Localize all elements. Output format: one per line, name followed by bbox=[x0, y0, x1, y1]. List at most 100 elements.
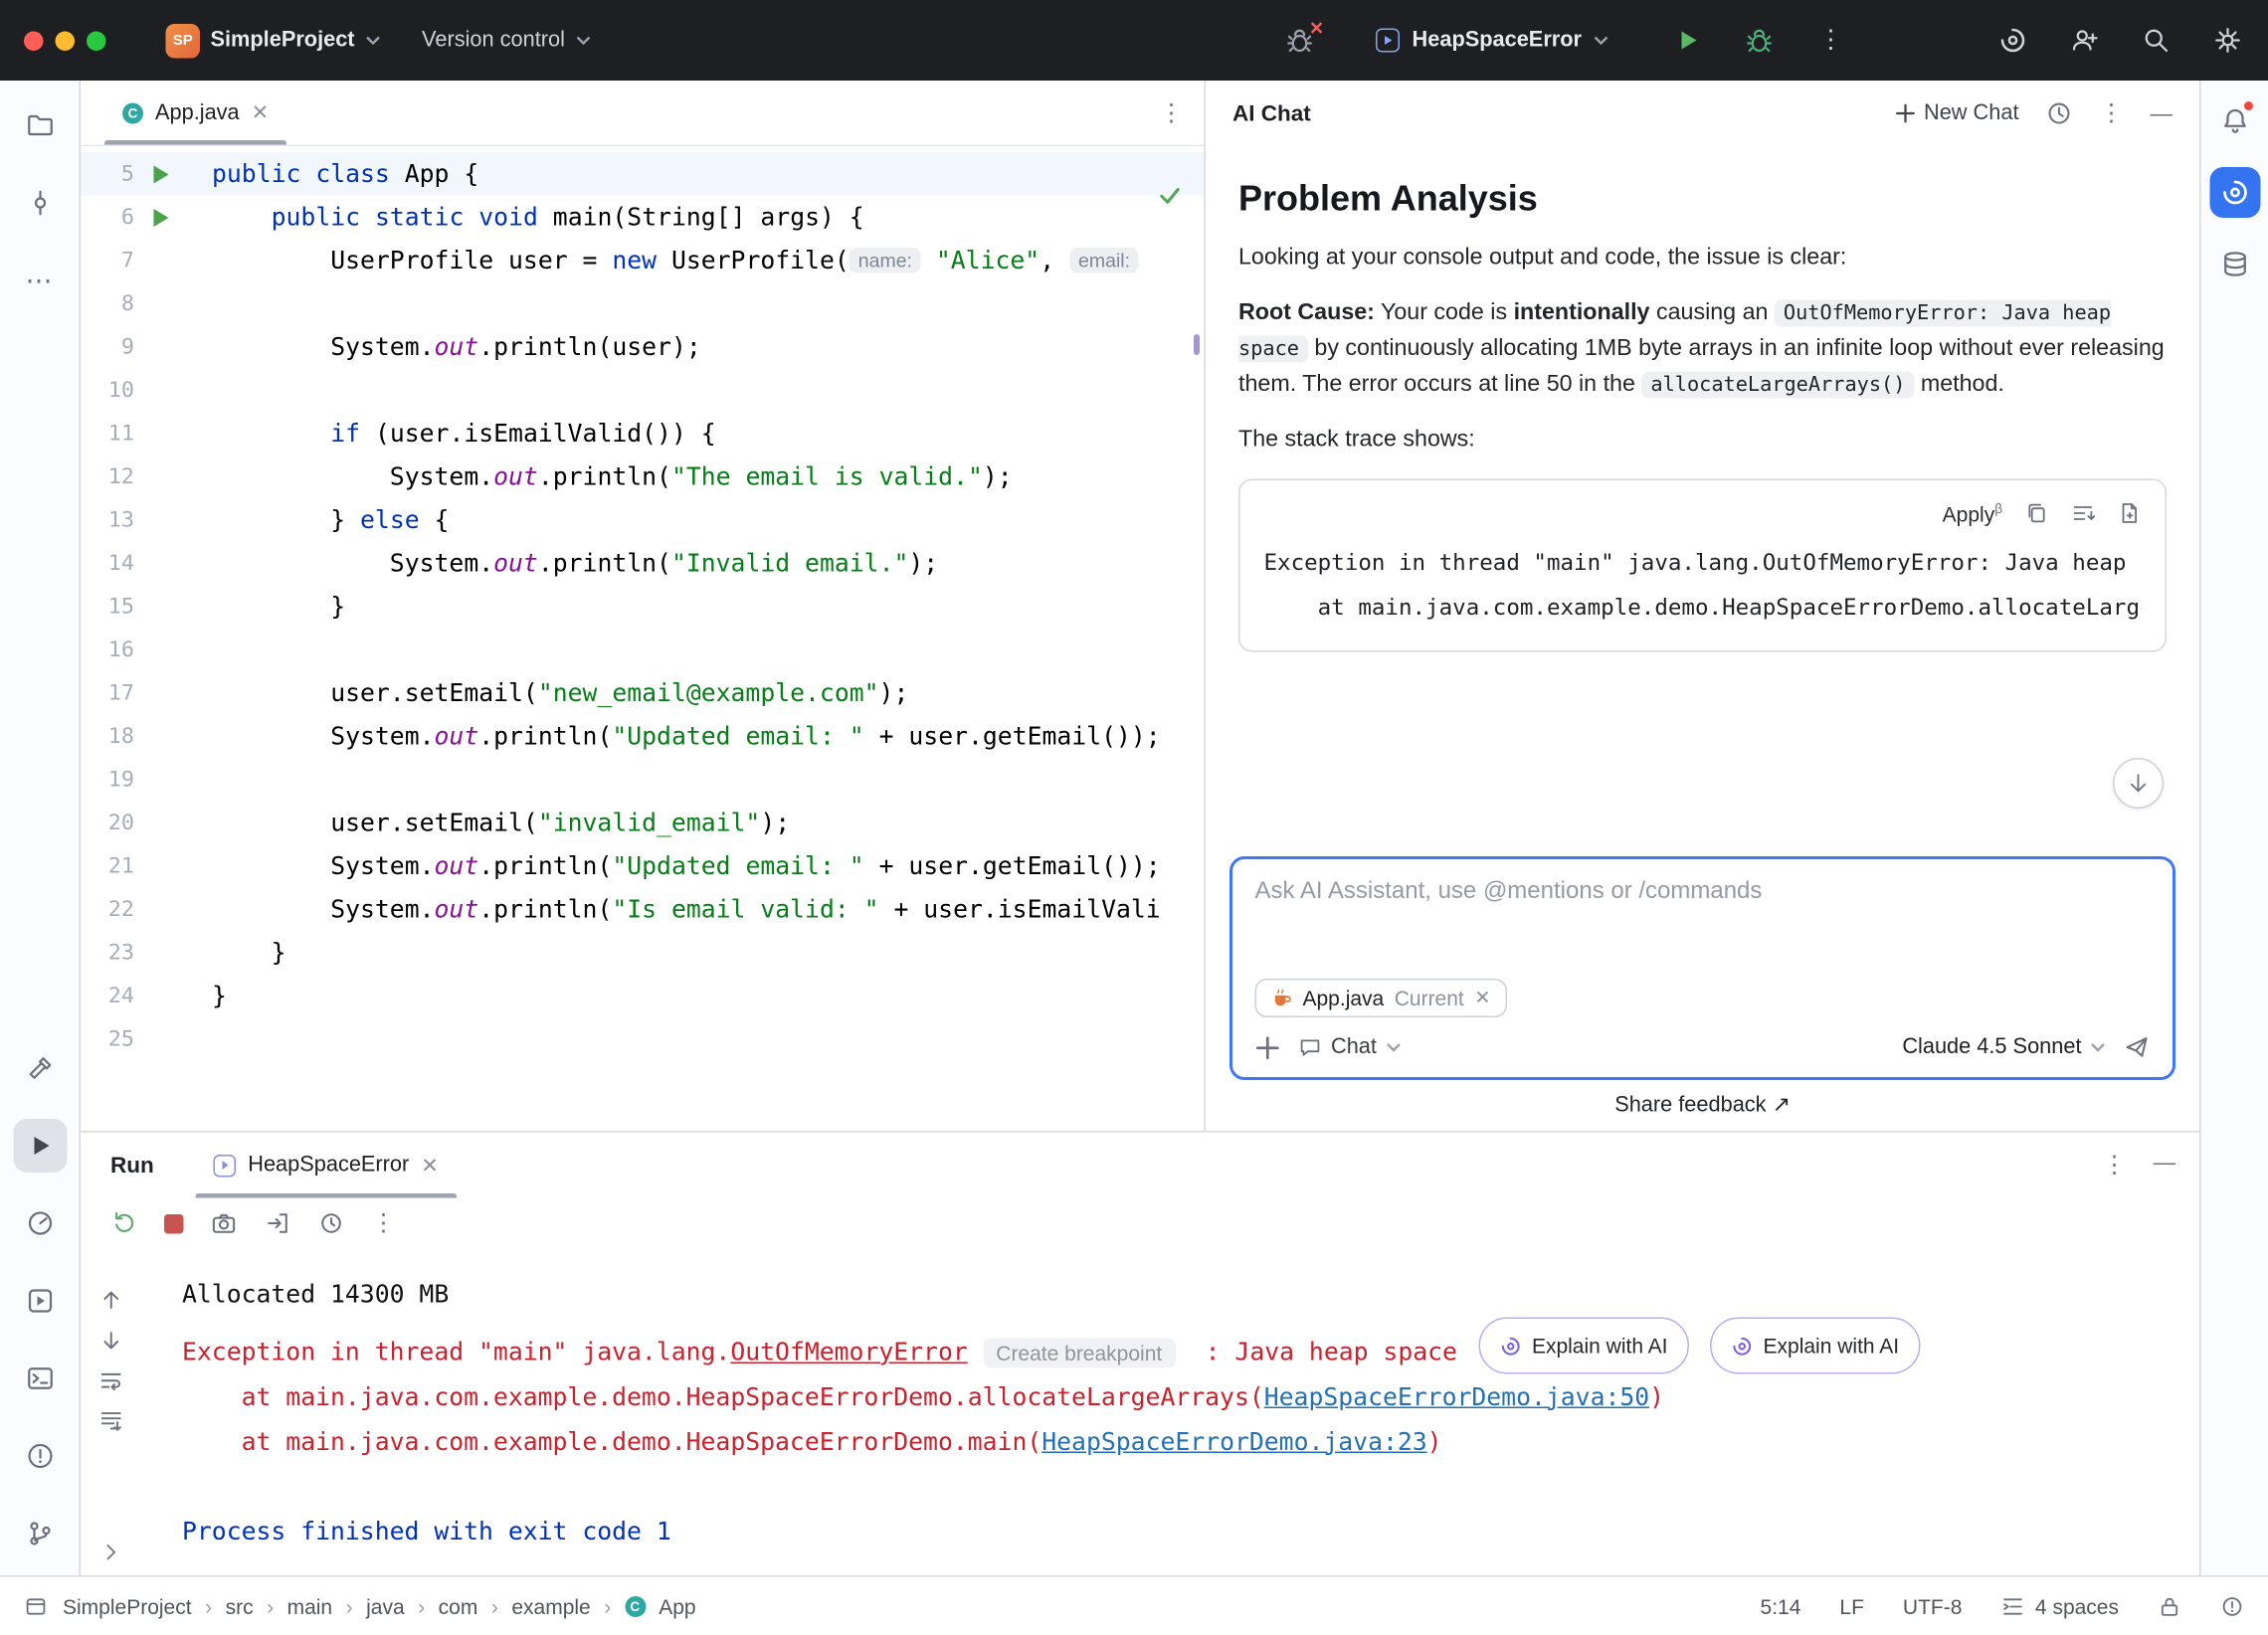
commit-tool-button[interactable] bbox=[13, 176, 67, 230]
copy-icon[interactable] bbox=[2025, 501, 2049, 525]
chat-mode-selector[interactable]: Chat bbox=[1298, 1035, 1401, 1059]
line-number: 21 bbox=[81, 854, 134, 878]
console-output[interactable]: Allocated 14300 MBException in thread "m… bbox=[140, 1249, 2199, 1576]
editor-scrollbar-thumb[interactable] bbox=[1194, 334, 1200, 355]
run-button[interactable] bbox=[1671, 24, 1704, 57]
inlay-hint[interactable]: email: bbox=[1069, 248, 1139, 273]
hide-run-icon[interactable]: — bbox=[2154, 1151, 2176, 1181]
add-user-icon[interactable] bbox=[2068, 24, 2101, 57]
breadcrumb-item[interactable]: main bbox=[287, 1594, 333, 1618]
scroll-to-end-icon[interactable] bbox=[97, 1408, 123, 1434]
run-tool-button[interactable] bbox=[13, 1119, 67, 1173]
code-line: 5public class App { bbox=[81, 152, 1205, 196]
chat-history-icon[interactable] bbox=[2046, 100, 2073, 127]
chat-messages: Problem Analysis Looking at your console… bbox=[1206, 146, 2199, 850]
breadcrumb-item[interactable]: src bbox=[226, 1594, 254, 1618]
share-feedback-link[interactable]: Share feedback ↗ bbox=[1206, 1080, 2199, 1131]
zoom-window-button[interactable] bbox=[87, 31, 106, 51]
run-toolbar-more-icon[interactable]: ⋮ bbox=[372, 1208, 396, 1238]
readonly-lock-icon[interactable] bbox=[2158, 1594, 2181, 1618]
debugger-muted-icon[interactable]: ✕ bbox=[1284, 24, 1317, 57]
close-tab-icon[interactable]: ✕ bbox=[252, 100, 270, 126]
code-line: 24} bbox=[81, 975, 1205, 1018]
tab-app-java[interactable]: C App.java ✕ bbox=[104, 81, 286, 145]
line-number: 10 bbox=[81, 378, 134, 402]
terminal-tool-button[interactable] bbox=[13, 1352, 67, 1405]
close-run-tab-icon[interactable]: ✕ bbox=[421, 1153, 439, 1179]
new-chat-button[interactable]: New Chat bbox=[1895, 101, 2018, 125]
run-line-icon[interactable] bbox=[154, 165, 169, 183]
chevron-down-icon bbox=[2091, 1043, 2106, 1052]
explain-with-ai-button[interactable]: Explain with AI bbox=[1710, 1318, 1921, 1374]
close-window-button[interactable] bbox=[24, 31, 44, 51]
history-icon[interactable] bbox=[318, 1210, 345, 1237]
hide-chat-icon[interactable]: — bbox=[2151, 100, 2174, 126]
ai-input-box[interactable]: Ask AI Assistant, use @mentions or /comm… bbox=[1229, 856, 2175, 1080]
breadcrumb-separator: › bbox=[267, 1594, 274, 1618]
breadcrumb-item[interactable]: SimpleProject bbox=[63, 1594, 192, 1618]
file-encoding[interactable]: UTF-8 bbox=[1903, 1594, 1963, 1618]
breadcrumb-item[interactable]: java bbox=[366, 1594, 405, 1618]
breadcrumb-item[interactable]: com bbox=[439, 1594, 478, 1618]
project-tool-button[interactable] bbox=[13, 98, 67, 152]
thread-dump-icon[interactable] bbox=[211, 1210, 238, 1237]
add-context-icon[interactable] bbox=[1255, 1034, 1281, 1060]
services-tool-button[interactable] bbox=[13, 1274, 67, 1328]
problems-indicator-icon[interactable] bbox=[2220, 1594, 2244, 1618]
chat-more-icon[interactable]: ⋮ bbox=[2100, 98, 2124, 128]
send-icon[interactable] bbox=[2124, 1034, 2151, 1061]
more-tool-windows-button[interactable]: ⋯ bbox=[13, 254, 67, 307]
model-selector[interactable]: Claude 4.5 Sonnet bbox=[1902, 1035, 2105, 1059]
settings-gear-icon[interactable] bbox=[2211, 24, 2244, 57]
explain-with-ai-button[interactable]: Explain with AI bbox=[1478, 1318, 1689, 1374]
minimize-window-button[interactable] bbox=[56, 31, 76, 51]
ai-chat-tool-button[interactable] bbox=[2209, 167, 2260, 218]
editor-options-icon[interactable]: ⋮ bbox=[1160, 97, 1184, 127]
insert-at-caret-icon[interactable] bbox=[2071, 501, 2095, 525]
stack-trace-link[interactable]: HeapSpaceErrorDemo.java:50 bbox=[1264, 1382, 1649, 1411]
code-text: } bbox=[188, 931, 1205, 975]
stack-trace-link[interactable]: HeapSpaceErrorDemo.java:23 bbox=[1041, 1427, 1426, 1456]
rerun-button[interactable] bbox=[110, 1210, 137, 1237]
profiler-tool-button[interactable] bbox=[13, 1196, 67, 1250]
run-config-selector[interactable]: HeapSpaceError bbox=[1377, 29, 1608, 53]
stack-trace-link[interactable]: OutOfMemoryError bbox=[730, 1338, 967, 1366]
breadcrumb-item[interactable]: App bbox=[659, 1594, 695, 1618]
vcs-widget[interactable]: Version control bbox=[422, 29, 590, 53]
run-line-icon[interactable] bbox=[154, 208, 169, 226]
ai-assistant-icon[interactable] bbox=[1996, 24, 2029, 57]
notifications-bell-icon[interactable] bbox=[2209, 95, 2260, 146]
problems-tool-button[interactable] bbox=[13, 1429, 67, 1483]
restore-layout-icon[interactable] bbox=[265, 1210, 291, 1237]
expand-console-icon[interactable] bbox=[99, 1542, 122, 1564]
stop-button[interactable] bbox=[164, 1213, 184, 1233]
run-tab-heapspaceerror[interactable]: HeapSpaceError ✕ bbox=[196, 1133, 457, 1198]
soft-wrap-icon[interactable] bbox=[97, 1368, 123, 1394]
scroll-to-bottom-button[interactable] bbox=[2113, 758, 2164, 809]
scroll-up-icon[interactable] bbox=[97, 1288, 123, 1314]
database-tool-button[interactable] bbox=[2209, 239, 2260, 289]
line-separator[interactable]: LF bbox=[1839, 1594, 1864, 1618]
scroll-down-icon[interactable] bbox=[97, 1328, 123, 1354]
run-more-icon[interactable]: ⋮ bbox=[2103, 1151, 2127, 1181]
debug-button[interactable] bbox=[1743, 24, 1776, 57]
breadcrumb-item[interactable]: example bbox=[511, 1594, 590, 1618]
code-editor[interactable]: 5public class App {6 public static void … bbox=[81, 146, 1205, 1131]
build-tool-button[interactable] bbox=[13, 1041, 67, 1095]
project-selector[interactable]: SP SimpleProject bbox=[166, 23, 381, 58]
caret-position[interactable]: 5:14 bbox=[1761, 1594, 1801, 1618]
inlay-hint[interactable]: name: bbox=[850, 248, 921, 273]
new-file-icon[interactable] bbox=[2118, 501, 2142, 525]
remove-chip-icon[interactable]: ✕ bbox=[1474, 987, 1490, 1010]
search-icon[interactable] bbox=[2140, 24, 2173, 57]
code-line: 7 UserProfile user = new UserProfile(nam… bbox=[81, 239, 1205, 282]
create-breakpoint-hint[interactable]: Create breakpoint bbox=[983, 1338, 1176, 1367]
more-actions-button[interactable]: ⋮ bbox=[1814, 24, 1847, 57]
tab-label: App.java bbox=[155, 100, 240, 124]
indent-widget[interactable]: 4 spaces bbox=[2000, 1594, 2119, 1618]
version-control-tool-button[interactable] bbox=[13, 1507, 67, 1560]
vcs-label: Version control bbox=[422, 29, 565, 53]
apply-button[interactable]: Applyβ bbox=[1943, 501, 2002, 526]
context-chip-app-java[interactable]: App.java Current ✕ bbox=[1255, 979, 1508, 1017]
inspections-ok-icon[interactable] bbox=[1157, 182, 1184, 209]
